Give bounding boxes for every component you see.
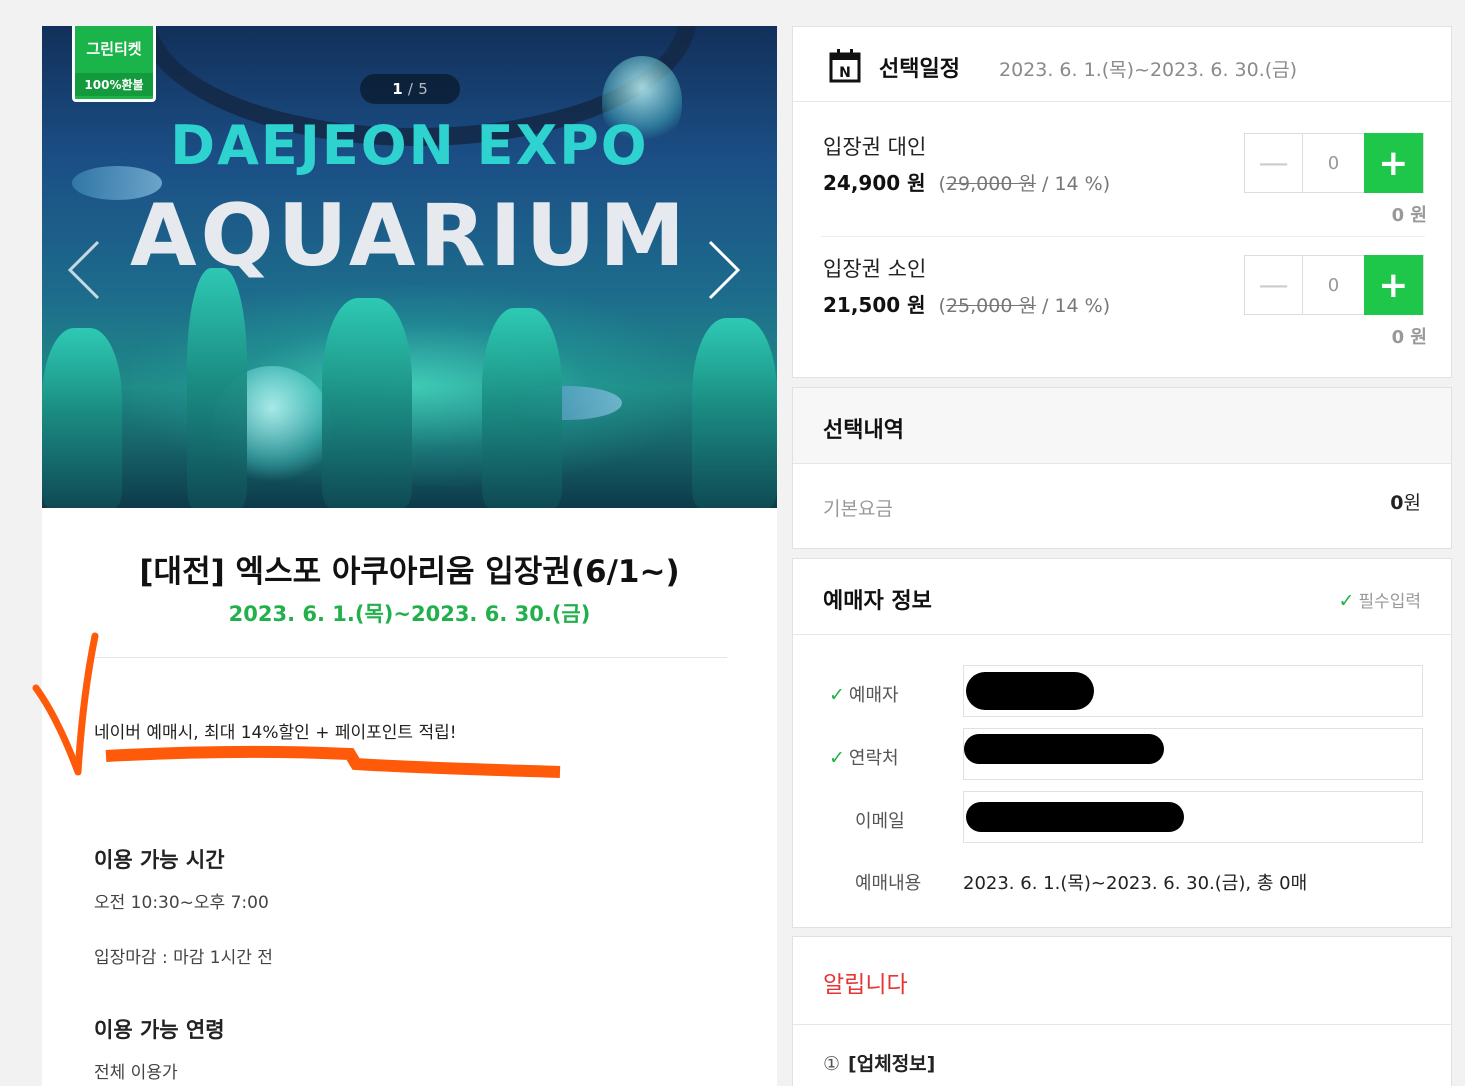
ticket-name: 입장권 소인 xyxy=(823,257,927,281)
ticket-option: 입장권 소인 21,500 원 (25,000 원 / 14 %) — 0 + … xyxy=(793,239,1453,357)
divider xyxy=(821,236,1425,237)
badge-label: 그린티켓 xyxy=(86,40,142,58)
divider xyxy=(92,657,727,658)
rock-pillar-image xyxy=(482,308,562,508)
notice-header: 알립니다 xyxy=(793,937,1451,1025)
ticket-price: 21,500 원 (25,000 원 / 14 %) xyxy=(823,289,1110,318)
booker-phone-field[interactable] xyxy=(963,728,1423,780)
redaction-mark xyxy=(964,734,1164,764)
age-text: 전체 이용가 xyxy=(94,1063,178,1083)
booker-phone-label: ✓ 연락처 xyxy=(829,747,899,769)
pager-separator: / xyxy=(407,80,413,98)
ticket-subtotal: 0 원 xyxy=(1391,205,1427,226)
quantity-stepper[interactable]: — 0 + xyxy=(1244,133,1424,193)
notice-item-text: [업체정보] xyxy=(848,1053,936,1075)
redaction-mark xyxy=(966,802,1184,832)
ticket-price: 24,900 원 (29,000 원 / 14 %) xyxy=(823,167,1110,196)
minus-icon: — xyxy=(1258,145,1289,181)
calendar-icon: N xyxy=(829,49,861,83)
promo-text: 네이버 예매시, 최대 14%할인 + 페이포인트 적립! xyxy=(94,723,457,743)
ticket-sale-price: 24,900 원 xyxy=(823,171,926,195)
carousel-pager: 1 / 5 xyxy=(360,74,460,104)
notice-item: ① [업체정보] xyxy=(823,1049,935,1076)
quantity-value[interactable]: 0 xyxy=(1303,134,1363,192)
decrease-button[interactable]: — xyxy=(1245,256,1304,314)
base-fare-value: 0원 xyxy=(1390,492,1421,514)
quantity-value[interactable]: 0 xyxy=(1303,256,1363,314)
check-icon: ✓ xyxy=(1338,590,1355,612)
increase-button[interactable]: + xyxy=(1363,255,1423,315)
schedule-header: N 선택일정 2023. 6. 1.(목)~2023. 6. 30.(금) xyxy=(793,27,1451,102)
hours-text: 오전 10:30~오후 7:00 xyxy=(94,893,269,913)
selection-summary-panel: 선택내역 기본요금 0원 xyxy=(792,387,1452,549)
booker-email-field[interactable] xyxy=(963,791,1423,843)
booker-phone-row: ✓ 연락처 xyxy=(793,728,1453,782)
product-card: DAEJEON EXPO AQUARIUM 그린티켓 100%환불 1 / 5 … xyxy=(42,26,777,1086)
rock-pillar-image xyxy=(187,268,247,508)
ticket-sale-price: 21,500 원 xyxy=(823,293,926,317)
ticket-original-price: (29,000 원 / 14 %) xyxy=(938,173,1111,195)
booker-info-panel: 예매자 정보 ✓ 필수입력 ✓ 예매자 ✓ 연락처 이메일 예매내용 2023. 6.… xyxy=(792,558,1452,928)
badge-refund-label: 100%환불 xyxy=(75,73,153,96)
notice-item-number: ① xyxy=(823,1053,841,1075)
chevron-right-icon xyxy=(706,240,742,306)
redaction-mark xyxy=(966,672,1094,710)
ticket-original-price: (25,000 원 / 14 %) xyxy=(938,295,1111,317)
product-title: [대전] 엑스포 아쿠아리움 입장권(6/1~) xyxy=(139,554,680,590)
quantity-stepper[interactable]: — 0 + xyxy=(1244,255,1424,315)
carousel-prev-button[interactable] xyxy=(66,238,102,302)
booker-name-field[interactable] xyxy=(963,665,1423,717)
check-icon: ✓ xyxy=(829,747,845,769)
decrease-button[interactable]: — xyxy=(1245,134,1304,192)
plus-icon: + xyxy=(1378,264,1409,306)
statue-image xyxy=(692,318,777,508)
age-heading: 이용 가능 연령 xyxy=(94,1018,225,1042)
summary-title: 선택내역 xyxy=(823,418,904,443)
statue-image xyxy=(42,328,122,508)
booker-email-label: 이메일 xyxy=(855,811,905,832)
booking-details-label: 예매내용 xyxy=(855,873,922,894)
notice-panel: 알립니다 ① [업체정보] xyxy=(792,936,1452,1086)
closing-text: 입장마감 : 마감 1시간 전 xyxy=(94,948,273,968)
pager-total: 5 xyxy=(418,80,428,98)
booker-header: 예매자 정보 ✓ 필수입력 xyxy=(793,559,1451,635)
minus-icon: — xyxy=(1258,267,1289,303)
pager-current: 1 xyxy=(392,80,403,98)
schedule-title: 선택일정 xyxy=(879,57,960,82)
required-note: ✓ 필수입력 xyxy=(1338,590,1421,612)
carousel-next-button[interactable] xyxy=(706,238,742,302)
booking-details-row: 예매내용 2023. 6. 1.(목)~2023. 6. 30.(금), 총 0… xyxy=(793,863,1453,917)
ticket-option: 입장권 대인 24,900 원 (29,000 원 / 14 %) — 0 + … xyxy=(793,117,1453,235)
ticket-name: 입장권 대인 xyxy=(823,135,927,159)
schedule-range: 2023. 6. 1.(목)~2023. 6. 30.(금) xyxy=(999,59,1298,81)
svg-text:N: N xyxy=(839,65,851,81)
banner-title-line2: AQUARIUM xyxy=(129,186,690,286)
summary-header: 선택내역 xyxy=(793,388,1451,464)
chevron-left-icon xyxy=(66,240,102,306)
rock-pillar-image xyxy=(322,298,412,508)
ticket-subtotal: 0 원 xyxy=(1391,327,1427,348)
booker-name-label: ✓ 예매자 xyxy=(829,684,899,706)
product-date-range: 2023. 6. 1.(목)~2023. 6. 30.(금) xyxy=(228,602,591,626)
product-image-carousel[interactable]: DAEJEON EXPO AQUARIUM 그린티켓 100%환불 1 / 5 xyxy=(42,26,777,508)
booking-details-value: 2023. 6. 1.(목)~2023. 6. 30.(금), 총 0매 xyxy=(963,873,1308,894)
green-ticket-badge: 그린티켓 100%환불 xyxy=(72,26,156,102)
booker-name-row: ✓ 예매자 xyxy=(793,665,1453,719)
hours-heading: 이용 가능 시간 xyxy=(94,848,225,872)
notice-title: 알립니다 xyxy=(823,972,908,998)
booker-email-row: 이메일 xyxy=(793,791,1453,845)
plus-icon: + xyxy=(1378,142,1409,184)
check-icon: ✓ xyxy=(829,684,845,706)
schedule-panel: N 선택일정 2023. 6. 1.(목)~2023. 6. 30.(금) 입장… xyxy=(792,26,1452,378)
banner-title-line1: DAEJEON EXPO xyxy=(170,114,649,177)
increase-button[interactable]: + xyxy=(1363,133,1423,193)
booker-title: 예매자 정보 xyxy=(823,589,932,614)
base-fare-label: 기본요금 xyxy=(823,498,893,520)
